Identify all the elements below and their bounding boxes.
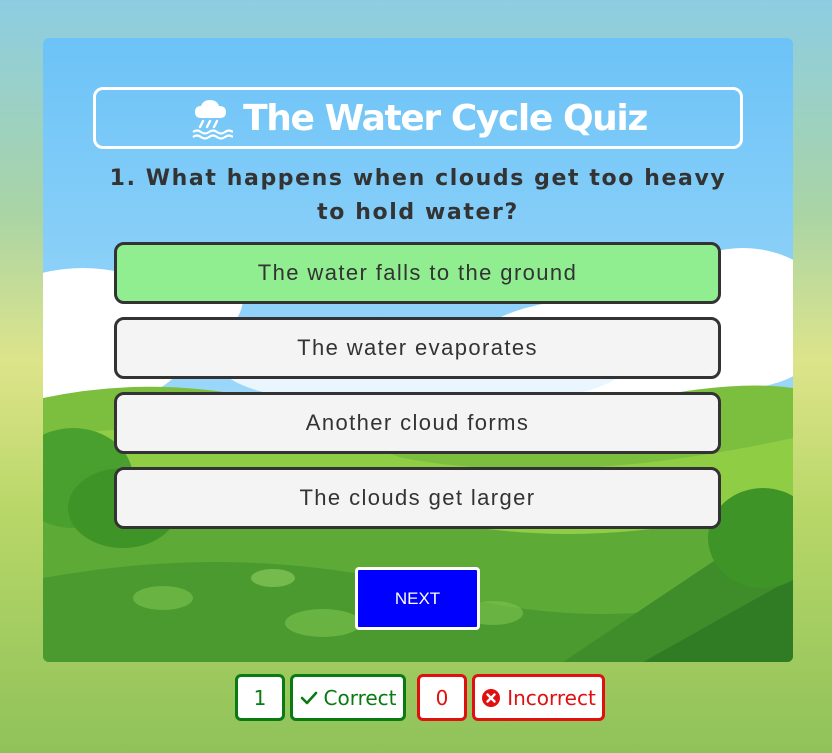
correct-label: Correct <box>323 685 397 710</box>
cloud-rain-icon <box>189 96 234 140</box>
quiz-title: The Water Cycle Quiz <box>243 97 648 139</box>
correct-badge: Correct <box>290 674 406 721</box>
incorrect-label: Incorrect <box>507 685 596 710</box>
quiz-card: The Water Cycle Quiz 1. What happens whe… <box>43 38 793 662</box>
checkmark-icon <box>300 691 317 704</box>
incorrect-badge: Incorrect <box>472 674 605 721</box>
answer-option-4[interactable]: The clouds get larger <box>114 467 721 529</box>
next-button[interactable]: NEXT <box>355 567 480 630</box>
quiz-title-box: The Water Cycle Quiz <box>93 87 743 149</box>
question-text: 1. What happens when clouds get too heav… <box>109 166 727 225</box>
answer-option-1[interactable]: The water falls to the ground <box>114 242 721 304</box>
correct-count: 1 <box>235 674 285 721</box>
answer-option-2[interactable]: The water evaporates <box>114 317 721 379</box>
answer-option-3[interactable]: Another cloud forms <box>114 392 721 454</box>
x-circle-icon <box>482 688 501 707</box>
incorrect-count: 0 <box>417 674 467 721</box>
